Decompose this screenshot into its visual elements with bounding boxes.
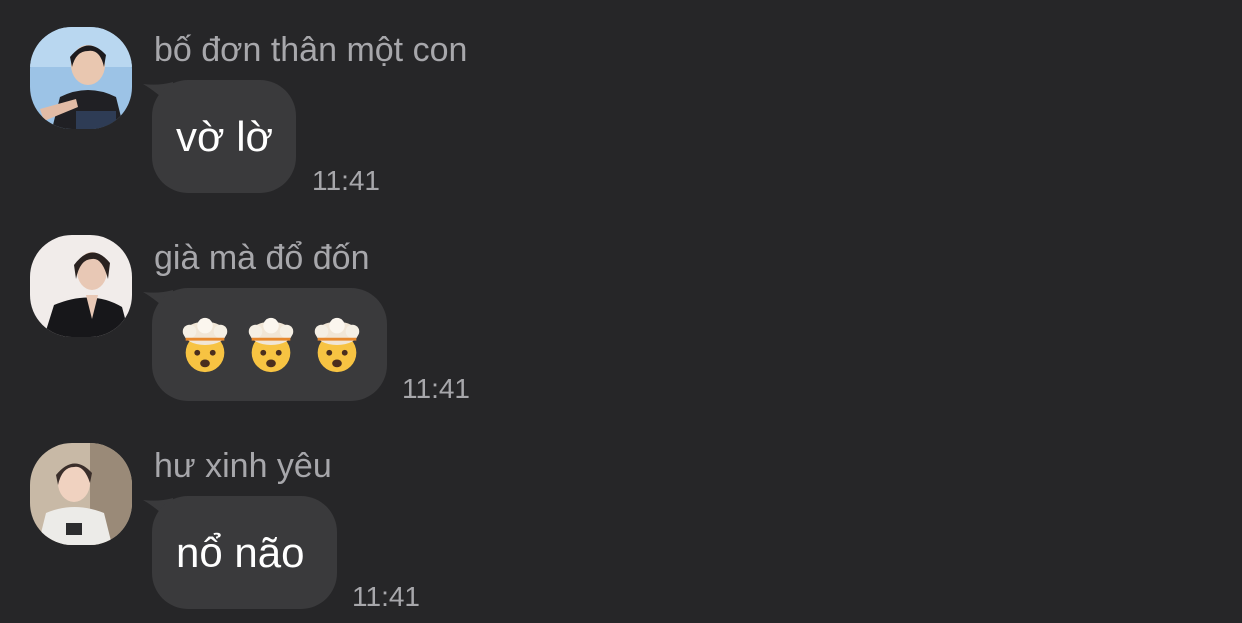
chat-message-list: bố đơn thân một con vờ lờ 11:41 già mà đ…	[0, 0, 1242, 623]
sender-name: bố đơn thân một con	[154, 31, 468, 69]
message-timestamp: 11:41	[402, 373, 470, 404]
avatar-photo-icon	[30, 443, 132, 545]
message-bubble[interactable]: vờ lờ	[152, 80, 296, 193]
avatar-photo-icon	[30, 27, 132, 129]
message-timestamp: 11:41	[312, 165, 380, 196]
message-timestamp: 11:41	[352, 581, 420, 612]
sender-avatar[interactable]	[30, 443, 132, 545]
message-text: vờ lờ	[176, 112, 274, 160]
sender-name: già mà đổ đốn	[154, 239, 370, 277]
message-text: nổ não	[176, 528, 305, 576]
sender-name: hư xinh yêu	[154, 447, 332, 485]
message-row: hư xinh yêu nổ não 11:41	[0, 416, 1242, 623]
message-bubble[interactable]	[152, 288, 387, 401]
emoji-row	[176, 316, 366, 374]
avatar-photo-icon	[30, 235, 132, 337]
message-bubble[interactable]: nổ não	[152, 496, 337, 609]
exploding-head-emoji-icon	[248, 317, 294, 372]
message-row: già mà đổ đốn 11:41	[0, 208, 1242, 416]
message-row: bố đơn thân một con vờ lờ 11:41	[0, 0, 1242, 208]
exploding-head-emoji-icon	[314, 317, 360, 372]
sender-avatar[interactable]	[30, 235, 132, 337]
sender-avatar[interactable]	[30, 27, 132, 129]
exploding-head-emoji-icon	[182, 317, 228, 372]
